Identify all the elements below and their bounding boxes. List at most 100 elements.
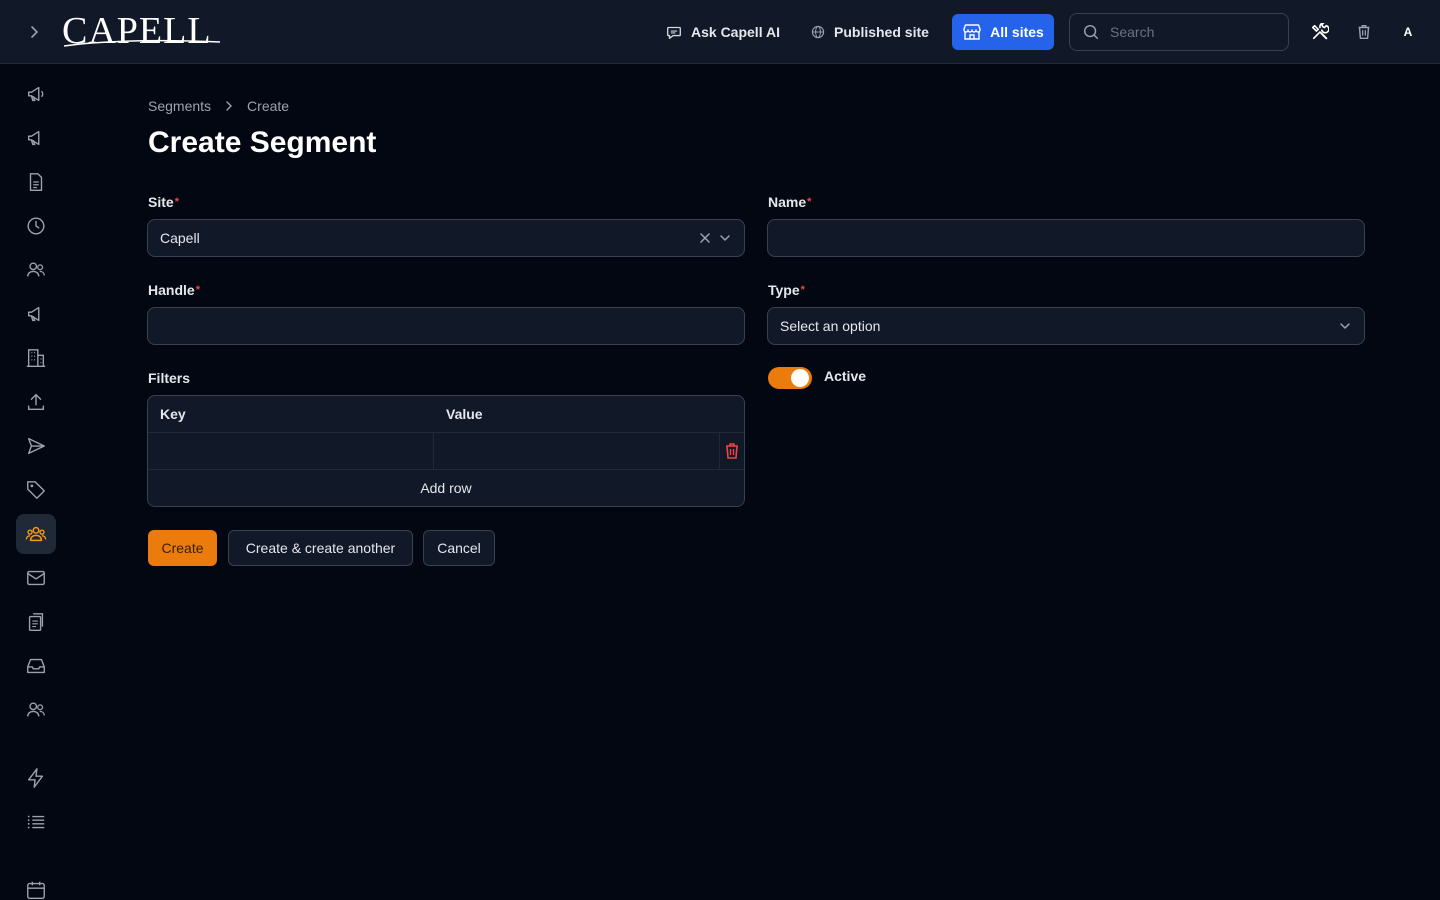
value-cell [434, 433, 720, 469]
chevron-down-icon [1340, 323, 1350, 330]
upload-icon [27, 393, 45, 411]
create-another-button[interactable]: Create & create another [228, 530, 413, 566]
users-icon [27, 262, 45, 277]
add-row-button[interactable]: Add row [148, 470, 744, 506]
sidebar-item-segments[interactable] [16, 514, 56, 554]
storefront-icon [963, 24, 981, 40]
logo-swoosh-icon [63, 39, 221, 47]
sidebar-item-logs[interactable] [16, 802, 56, 842]
sidebar-item-users[interactable] [16, 690, 56, 730]
all-sites-button[interactable]: All sites [952, 14, 1054, 50]
type-label-text: Type [768, 282, 800, 298]
filters-key-value-table: Key Value Add row [147, 395, 745, 507]
sidebar-item-campaigns[interactable] [16, 74, 56, 114]
chevron-right-icon [31, 26, 38, 38]
sidebar-item-contacts[interactable] [16, 250, 56, 290]
user-avatar[interactable]: A [1396, 20, 1420, 44]
site-select-value: Capell [160, 230, 200, 246]
chevron-right-icon [226, 101, 233, 111]
site-label: Site* [148, 192, 179, 212]
type-select[interactable]: Select an option [767, 307, 1365, 345]
name-label: Name* [768, 192, 811, 212]
sidebar-item-companies[interactable] [16, 338, 56, 378]
chevron-down-icon[interactable] [718, 231, 732, 245]
tag-icon [27, 481, 45, 499]
megaphone-icon [27, 306, 40, 322]
chat-bubble-icon [667, 26, 681, 39]
cancel-button[interactable]: Cancel [423, 530, 495, 566]
search-icon [1083, 24, 1099, 40]
sidebar-item-broadcasts[interactable] [16, 294, 56, 334]
ask-ai-label: Ask Capell AI [691, 24, 780, 40]
column-header-key: Key [160, 406, 186, 422]
handle-label: Handle* [148, 280, 200, 300]
handle-field-wrapper [147, 307, 745, 345]
handle-label-text: Handle [148, 282, 195, 298]
users-icon [27, 702, 45, 717]
handle-input[interactable] [148, 308, 744, 344]
envelope-icon [27, 570, 45, 586]
ask-ai-button[interactable]: Ask Capell AI [665, 20, 780, 44]
filter-key-input[interactable] [148, 433, 433, 469]
megaphone-icon [27, 86, 44, 102]
sidebar-item-announcements[interactable] [16, 118, 56, 158]
all-sites-label: All sites [990, 24, 1044, 40]
sidebar-item-documents[interactable] [16, 162, 56, 202]
breadcrumb-current: Create [247, 98, 290, 114]
megaphone-icon [27, 130, 40, 146]
name-input[interactable] [768, 220, 1364, 256]
site-label-text: Site [148, 194, 174, 210]
sidebar-item-calendar[interactable] [16, 870, 56, 900]
clear-x-icon[interactable] [698, 231, 712, 245]
sidebar-item-emails[interactable] [16, 558, 56, 598]
calendar-icon [27, 881, 45, 899]
trash-icon [726, 443, 738, 459]
global-search[interactable] [1069, 13, 1289, 51]
type-label: Type* [768, 280, 805, 300]
active-label: Active [824, 368, 867, 384]
sidebar-item-sends[interactable] [16, 426, 56, 466]
toggle-knob [791, 369, 809, 387]
filter-value-input[interactable] [434, 433, 719, 469]
top-bar: CAPELL Ask Capell AI Published site All … [0, 0, 1440, 64]
filters-label: Filters [148, 370, 191, 386]
required-mark: * [174, 196, 179, 208]
published-site-label: Published site [834, 24, 929, 40]
name-label-text: Name [768, 194, 807, 210]
name-field-wrapper [767, 219, 1365, 257]
create-button[interactable]: Create [148, 530, 217, 566]
inbox-icon [27, 658, 45, 674]
trash-button[interactable] [1352, 20, 1376, 44]
published-site-button[interactable]: Published site [810, 20, 929, 44]
search-input[interactable] [1110, 24, 1270, 40]
wrench-screwdriver-icon [1311, 23, 1329, 40]
active-toggle[interactable] [768, 367, 812, 389]
site-select[interactable]: Capell [147, 219, 745, 257]
globe-icon [811, 25, 825, 39]
sidebar-item-templates[interactable] [16, 602, 56, 642]
sidebar-item-history[interactable] [16, 206, 56, 246]
delete-row-button[interactable] [720, 433, 744, 469]
tools-button[interactable] [1308, 20, 1332, 44]
type-select-placeholder: Select an option [780, 318, 881, 334]
breadcrumb: Segments Create [148, 96, 289, 116]
breadcrumb-segments-link[interactable]: Segments [148, 98, 211, 114]
paper-plane-icon [27, 437, 45, 455]
clipboard-icon [28, 613, 44, 631]
sidebar-item-inbox[interactable] [16, 646, 56, 686]
expand-sidebar-button[interactable] [22, 20, 46, 44]
sidebar-item-tags[interactable] [16, 470, 56, 510]
key-cell [148, 433, 434, 469]
page-title: Create Segment [148, 126, 377, 159]
list-icon [27, 815, 45, 829]
filters-table-header: Key Value [148, 396, 744, 433]
bolt-icon [27, 768, 44, 788]
trash-icon [1358, 24, 1370, 40]
sidebar-item-imports[interactable] [16, 382, 56, 422]
required-mark: * [807, 196, 812, 208]
sidebar-item-automations[interactable] [16, 758, 56, 798]
table-row [148, 433, 744, 470]
document-icon [29, 173, 43, 191]
required-mark: * [195, 284, 200, 296]
clock-icon [27, 217, 45, 235]
